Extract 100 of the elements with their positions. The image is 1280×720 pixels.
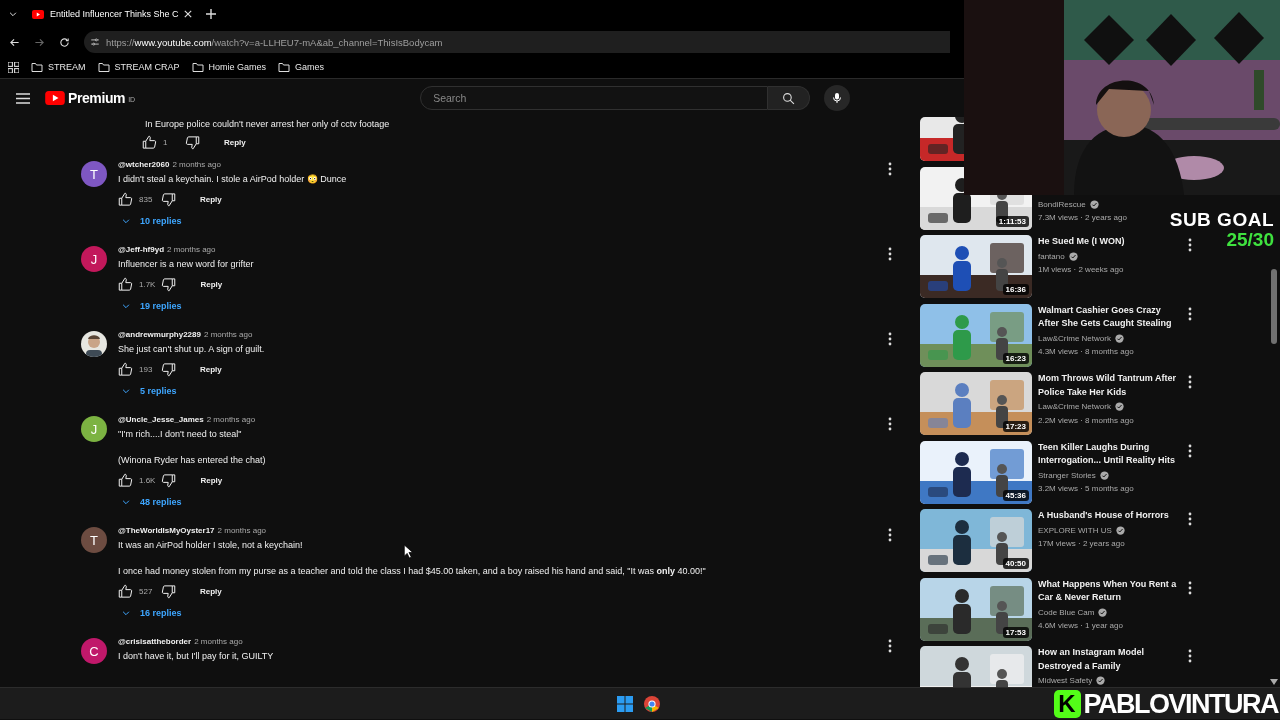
replies-toggle[interactable]: 5 replies	[118, 380, 177, 402]
like-icon[interactable]	[118, 361, 133, 377]
more-icon[interactable]	[1188, 443, 1192, 458]
comment-text: "I'm rich....I don't need to steal"	[118, 428, 242, 441]
more-icon[interactable]	[1188, 512, 1192, 526]
video-title[interactable]: How an Instagram Model Destroyed a Family	[1038, 646, 1178, 673]
new-tab-icon[interactable]	[206, 9, 217, 19]
comment-author[interactable]: @Jeff-hf9yd	[118, 245, 165, 254]
video-meta: 1M views · 2 weeks ago	[1038, 264, 1125, 276]
replies-toggle[interactable]: 19 replies	[118, 295, 182, 317]
avatar[interactable]: T	[81, 527, 107, 553]
comment-time[interactable]: 2 months ago	[167, 245, 216, 254]
bookmark[interactable]: Games	[278, 61, 325, 73]
scroll-down-icon[interactable]	[1270, 679, 1278, 685]
like-count: 835	[139, 194, 154, 204]
comment-author[interactable]: @TheWorldIsMyOyster17	[118, 526, 215, 535]
video-title[interactable]: A Husband's House of Horrors	[1038, 509, 1178, 523]
comment-author[interactable]: @andrewmurphy2289	[118, 330, 201, 339]
chevron-down-icon	[121, 301, 131, 311]
channel-name[interactable]: fantano	[1038, 249, 1065, 263]
comment-time[interactable]: 2 months ago	[203, 330, 253, 339]
menu-icon[interactable]	[16, 92, 30, 104]
back-icon[interactable]	[9, 36, 20, 48]
comment-time[interactable]: 2 months ago	[206, 415, 256, 424]
more-icon[interactable]	[888, 528, 892, 542]
bookmark[interactable]: Homie Games	[191, 61, 267, 73]
bookmark[interactable]: STREAM CRAP	[97, 61, 180, 73]
more-icon[interactable]	[888, 162, 892, 176]
voice-search-button[interactable]	[824, 85, 851, 111]
sub-goal-count: 25/30	[1226, 230, 1274, 250]
channel-name[interactable]: Law&Crime Network	[1038, 400, 1111, 414]
dislike-icon[interactable]	[161, 472, 177, 488]
more-icon[interactable]	[888, 247, 892, 261]
comment-author[interactable]: @Uncle_Jesse_James	[118, 415, 204, 424]
search-field[interactable]: Search	[420, 86, 769, 110]
channel-name[interactable]: Law&Crime Network	[1038, 331, 1111, 345]
more-icon[interactable]	[1188, 238, 1192, 252]
comment-author[interactable]: @crisisattheborder	[118, 637, 192, 646]
more-icon[interactable]	[1188, 306, 1192, 321]
like-icon[interactable]	[118, 583, 133, 599]
reply-button[interactable]: Reply	[196, 276, 227, 292]
video-title[interactable]: Mom Throws Wild Tantrum After Police Take Her Kids	[1038, 372, 1178, 399]
more-icon[interactable]	[888, 639, 892, 653]
like-icon[interactable]	[118, 472, 133, 488]
video-title[interactable]: What Happens When You Rent a Car & Never Return	[1038, 577, 1178, 605]
streamer-name: PABLOVINTURA	[1083, 688, 1280, 720]
site-settings-icon[interactable]	[90, 37, 100, 47]
avatar[interactable]: T	[81, 161, 107, 187]
bookmark[interactable]: STREAM	[31, 61, 86, 73]
channel-name[interactable]: Code Blue Cam	[1038, 605, 1095, 619]
tab-list-icon[interactable]	[8, 9, 18, 19]
avatar[interactable]: C	[81, 638, 107, 664]
comment-text: (Winona Ryder has entered the chat)	[118, 454, 266, 467]
dislike-icon[interactable]	[161, 191, 176, 207]
avatar[interactable]: J	[81, 246, 107, 272]
comment-time[interactable]: 2 months ago	[217, 526, 267, 535]
browser-icon[interactable]	[644, 695, 660, 712]
reload-icon[interactable]	[59, 36, 70, 48]
dislike-icon[interactable]	[161, 361, 176, 377]
more-icon[interactable]	[1188, 375, 1192, 389]
like-icon[interactable]	[142, 134, 157, 150]
more-icon[interactable]	[888, 417, 892, 431]
channel-name[interactable]: EXPLORE WITH US	[1038, 523, 1112, 537]
video-title[interactable]: He Sued Me (I WON)	[1038, 235, 1178, 249]
more-icon[interactable]	[888, 332, 892, 346]
like-icon[interactable]	[118, 276, 133, 292]
dislike-icon[interactable]	[185, 134, 200, 150]
replies-toggle[interactable]: 16 replies	[118, 602, 182, 624]
logo-text[interactable]: Premium	[68, 90, 126, 106]
reply-button[interactable]: Reply	[196, 191, 226, 207]
dislike-icon[interactable]	[161, 276, 177, 292]
search-button[interactable]	[768, 86, 811, 110]
folder-icon	[31, 61, 43, 73]
video-title[interactable]: Walmart Cashier Goes Crazy After She Gets Caught Stealing	[1038, 303, 1178, 331]
replies-toggle[interactable]: 48 replies	[118, 491, 182, 513]
reply-button[interactable]: Reply	[196, 583, 226, 599]
close-icon[interactable]	[184, 10, 193, 18]
windows-icon[interactable]	[617, 695, 633, 712]
channel-name[interactable]: BondiRescue	[1038, 197, 1086, 211]
replies-toggle[interactable]: 10 replies	[118, 210, 182, 232]
address-bar[interactable]: https://www.youtube.com/watch?v=a-LLHEU7-mA&ab_channel=ThisIsBodycam	[84, 31, 950, 53]
reply-button[interactable]: Reply	[196, 472, 227, 488]
comment-time[interactable]: 2 months ago	[194, 637, 243, 646]
channel-name[interactable]: Midwest Safety	[1038, 674, 1093, 687]
comment-text: I don't have it, but I'll pay for it, GUILTY	[118, 650, 274, 663]
comment-author[interactable]: @wtcher2060	[118, 160, 170, 169]
video-meta: 2.2M views · 8 months ago	[1038, 414, 1135, 427]
dislike-icon[interactable]	[161, 583, 176, 599]
reply-button[interactable]: Reply	[220, 134, 250, 150]
more-icon[interactable]	[1188, 649, 1192, 663]
apps-grid-icon[interactable]	[8, 61, 19, 73]
search-icon	[782, 91, 796, 105]
reply-button[interactable]: Reply	[196, 361, 226, 377]
channel-name[interactable]: Stranger Stories	[1038, 468, 1096, 482]
scrollbar-thumb[interactable]	[1271, 269, 1277, 344]
like-count: 527	[139, 586, 154, 596]
comment-time[interactable]: 2 months ago	[172, 160, 221, 169]
like-icon[interactable]	[118, 191, 133, 207]
more-icon[interactable]	[1188, 580, 1192, 595]
video-title[interactable]: Teen Killer Laughs During Interrogation... Until Reality Hits	[1038, 440, 1178, 468]
